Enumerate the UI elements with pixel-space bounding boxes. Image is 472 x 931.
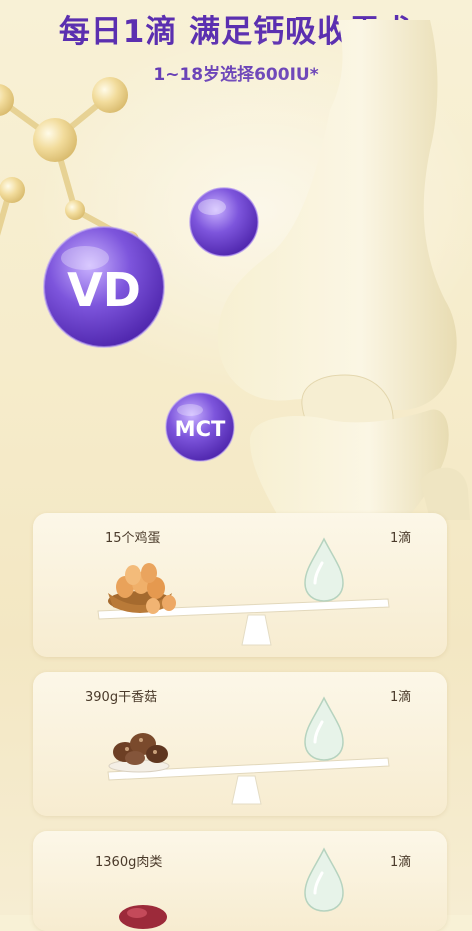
comparison-card-eggs: 15个鸡蛋 1滴 bbox=[33, 513, 447, 657]
comparison-card-meat: 1360g肉类 1滴 bbox=[33, 831, 447, 931]
mct-orb: MCT bbox=[165, 392, 235, 462]
mushroom-plate-icon bbox=[108, 733, 170, 773]
water-drop-icon bbox=[304, 696, 344, 761]
balance-scale-illustration bbox=[97, 537, 390, 646]
vd-orb: VD bbox=[43, 226, 165, 348]
comparison-card-mushrooms: 390g干香菇 1滴 bbox=[33, 672, 447, 816]
meat-icon bbox=[119, 905, 167, 929]
small-orb-icon bbox=[189, 187, 259, 257]
hero-illustration: VD MCT bbox=[0, 20, 472, 520]
balance-scale-illustration bbox=[107, 696, 390, 805]
vd-orb-label: VD bbox=[67, 263, 141, 317]
water-drop-icon bbox=[304, 847, 344, 912]
mct-orb-label: MCT bbox=[175, 417, 226, 441]
egg-basket-icon bbox=[108, 563, 176, 614]
water-drop-icon bbox=[304, 537, 344, 602]
balance-scale-illustration bbox=[119, 847, 344, 929]
